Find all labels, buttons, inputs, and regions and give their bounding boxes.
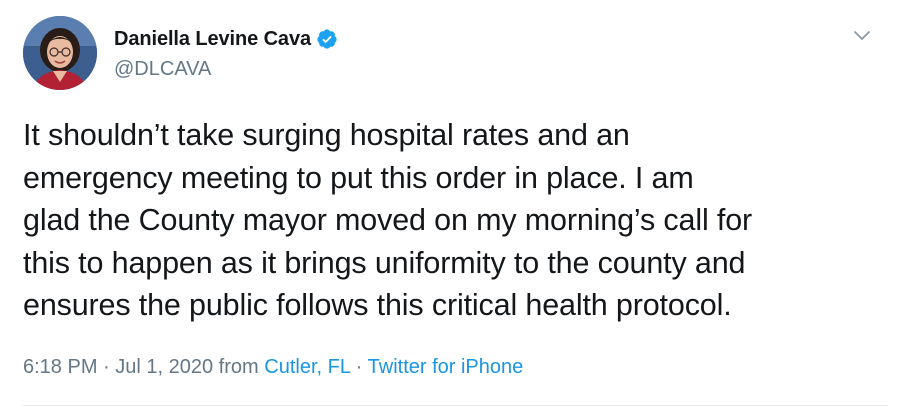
meta-separator: ·: [350, 356, 368, 378]
tweet-metadata: 6:18 PM · Jul 1, 2020 from Cutler, FL · …: [23, 356, 523, 379]
tweet-card: Daniella Levine Cava @DLCAVA It shouldn’…: [0, 0, 898, 410]
display-name[interactable]: Daniella Levine Cava: [114, 28, 311, 51]
tweet-text: It shouldn’t take surging hospital rates…: [23, 118, 753, 322]
author-block: Daniella Levine Cava @DLCAVA: [114, 26, 338, 81]
avatar[interactable]: [23, 16, 97, 90]
divider: [23, 405, 888, 406]
meta-from-label: from: [213, 356, 265, 378]
source-link[interactable]: Twitter for iPhone: [368, 356, 524, 378]
meta-separator: ·: [97, 356, 116, 378]
location-link[interactable]: Cutler, FL: [264, 356, 350, 378]
tweet-time[interactable]: 6:18 PM: [23, 356, 97, 378]
user-handle[interactable]: @DLCAVA: [114, 58, 338, 81]
chevron-down-icon[interactable]: [851, 24, 873, 46]
name-row: Daniella Levine Cava: [114, 26, 338, 52]
tweet-date[interactable]: Jul 1, 2020: [115, 356, 213, 378]
verified-badge-icon: [316, 28, 338, 50]
